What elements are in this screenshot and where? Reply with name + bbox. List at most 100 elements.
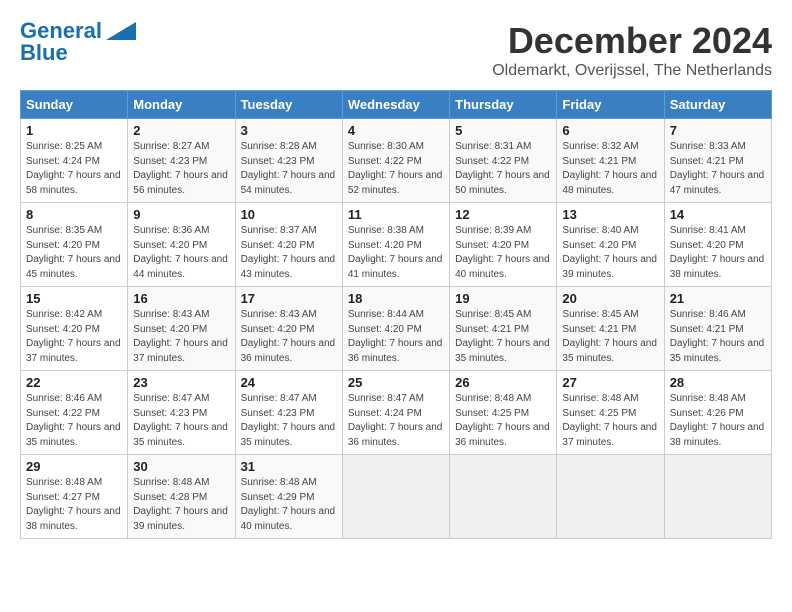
table-row: 1 Sunrise: 8:25 AMSunset: 4:24 PMDayligh…: [21, 119, 128, 203]
day-info: Sunrise: 8:32 AMSunset: 4:21 PMDaylight:…: [562, 141, 657, 196]
table-row: 9 Sunrise: 8:36 AMSunset: 4:20 PMDayligh…: [128, 203, 235, 287]
day-info: Sunrise: 8:25 AMSunset: 4:24 PMDaylight:…: [26, 141, 121, 196]
col-tuesday: Tuesday: [235, 91, 342, 119]
table-row: 22 Sunrise: 8:46 AMSunset: 4:22 PMDaylig…: [21, 371, 128, 455]
day-number: 11: [348, 207, 444, 222]
table-row: 17 Sunrise: 8:43 AMSunset: 4:20 PMDaylig…: [235, 287, 342, 371]
day-info: Sunrise: 8:28 AMSunset: 4:23 PMDaylight:…: [241, 141, 336, 196]
col-saturday: Saturday: [664, 91, 771, 119]
table-row: 29 Sunrise: 8:48 AMSunset: 4:27 PMDaylig…: [21, 455, 128, 539]
table-row: [342, 455, 449, 539]
table-row: [664, 455, 771, 539]
day-info: Sunrise: 8:41 AMSunset: 4:20 PMDaylight:…: [670, 225, 765, 280]
day-number: 16: [133, 291, 229, 306]
day-number: 2: [133, 123, 229, 138]
day-info: Sunrise: 8:38 AMSunset: 4:20 PMDaylight:…: [348, 225, 443, 280]
day-info: Sunrise: 8:45 AMSunset: 4:21 PMDaylight:…: [455, 309, 550, 364]
logo-text: General: [20, 20, 102, 42]
day-number: 22: [26, 375, 122, 390]
day-info: Sunrise: 8:48 AMSunset: 4:25 PMDaylight:…: [562, 393, 657, 448]
day-info: Sunrise: 8:42 AMSunset: 4:20 PMDaylight:…: [26, 309, 121, 364]
day-number: 13: [562, 207, 658, 222]
day-info: Sunrise: 8:48 AMSunset: 4:27 PMDaylight:…: [26, 477, 121, 532]
table-row: [557, 455, 664, 539]
table-row: 20 Sunrise: 8:45 AMSunset: 4:21 PMDaylig…: [557, 287, 664, 371]
day-info: Sunrise: 8:48 AMSunset: 4:28 PMDaylight:…: [133, 477, 228, 532]
logo: General Blue: [20, 20, 136, 64]
calendar-table: Sunday Monday Tuesday Wednesday Thursday…: [20, 90, 772, 539]
table-row: 14 Sunrise: 8:41 AMSunset: 4:20 PMDaylig…: [664, 203, 771, 287]
col-wednesday: Wednesday: [342, 91, 449, 119]
col-sunday: Sunday: [21, 91, 128, 119]
day-info: Sunrise: 8:40 AMSunset: 4:20 PMDaylight:…: [562, 225, 657, 280]
day-info: Sunrise: 8:48 AMSunset: 4:29 PMDaylight:…: [241, 477, 336, 532]
title-block: December 2024 Oldemarkt, Overijssel, The…: [492, 20, 772, 80]
day-info: Sunrise: 8:33 AMSunset: 4:21 PMDaylight:…: [670, 141, 765, 196]
day-info: Sunrise: 8:46 AMSunset: 4:21 PMDaylight:…: [670, 309, 765, 364]
table-row: 24 Sunrise: 8:47 AMSunset: 4:23 PMDaylig…: [235, 371, 342, 455]
day-info: Sunrise: 8:39 AMSunset: 4:20 PMDaylight:…: [455, 225, 550, 280]
day-number: 19: [455, 291, 551, 306]
table-row: 19 Sunrise: 8:45 AMSunset: 4:21 PMDaylig…: [450, 287, 557, 371]
table-row: 8 Sunrise: 8:35 AMSunset: 4:20 PMDayligh…: [21, 203, 128, 287]
day-info: Sunrise: 8:30 AMSunset: 4:22 PMDaylight:…: [348, 141, 443, 196]
day-info: Sunrise: 8:45 AMSunset: 4:21 PMDaylight:…: [562, 309, 657, 364]
day-info: Sunrise: 8:27 AMSunset: 4:23 PMDaylight:…: [133, 141, 228, 196]
calendar-header-row: Sunday Monday Tuesday Wednesday Thursday…: [21, 91, 772, 119]
month-title: December 2024: [492, 20, 772, 62]
table-row: 31 Sunrise: 8:48 AMSunset: 4:29 PMDaylig…: [235, 455, 342, 539]
table-row: 27 Sunrise: 8:48 AMSunset: 4:25 PMDaylig…: [557, 371, 664, 455]
day-info: Sunrise: 8:47 AMSunset: 4:24 PMDaylight:…: [348, 393, 443, 448]
table-row: 21 Sunrise: 8:46 AMSunset: 4:21 PMDaylig…: [664, 287, 771, 371]
table-row: 5 Sunrise: 8:31 AMSunset: 4:22 PMDayligh…: [450, 119, 557, 203]
day-info: Sunrise: 8:44 AMSunset: 4:20 PMDaylight:…: [348, 309, 443, 364]
table-row: 2 Sunrise: 8:27 AMSunset: 4:23 PMDayligh…: [128, 119, 235, 203]
location-subtitle: Oldemarkt, Overijssel, The Netherlands: [492, 62, 772, 80]
col-friday: Friday: [557, 91, 664, 119]
day-info: Sunrise: 8:48 AMSunset: 4:25 PMDaylight:…: [455, 393, 550, 448]
day-number: 23: [133, 375, 229, 390]
day-number: 6: [562, 123, 658, 138]
day-info: Sunrise: 8:43 AMSunset: 4:20 PMDaylight:…: [133, 309, 228, 364]
calendar-week-row: 22 Sunrise: 8:46 AMSunset: 4:22 PMDaylig…: [21, 371, 772, 455]
table-row: 10 Sunrise: 8:37 AMSunset: 4:20 PMDaylig…: [235, 203, 342, 287]
day-number: 27: [562, 375, 658, 390]
calendar-week-row: 8 Sunrise: 8:35 AMSunset: 4:20 PMDayligh…: [21, 203, 772, 287]
day-number: 15: [26, 291, 122, 306]
day-number: 9: [133, 207, 229, 222]
table-row: 7 Sunrise: 8:33 AMSunset: 4:21 PMDayligh…: [664, 119, 771, 203]
day-number: 20: [562, 291, 658, 306]
day-info: Sunrise: 8:47 AMSunset: 4:23 PMDaylight:…: [241, 393, 336, 448]
day-info: Sunrise: 8:31 AMSunset: 4:22 PMDaylight:…: [455, 141, 550, 196]
day-number: 31: [241, 459, 337, 474]
table-row: [450, 455, 557, 539]
table-row: 26 Sunrise: 8:48 AMSunset: 4:25 PMDaylig…: [450, 371, 557, 455]
day-number: 28: [670, 375, 766, 390]
logo-subtext: Blue: [20, 42, 68, 64]
day-number: 1: [26, 123, 122, 138]
col-monday: Monday: [128, 91, 235, 119]
day-number: 4: [348, 123, 444, 138]
page-header: General Blue December 2024 Oldemarkt, Ov…: [20, 20, 772, 80]
day-info: Sunrise: 8:46 AMSunset: 4:22 PMDaylight:…: [26, 393, 121, 448]
day-number: 5: [455, 123, 551, 138]
day-number: 21: [670, 291, 766, 306]
day-number: 25: [348, 375, 444, 390]
table-row: 3 Sunrise: 8:28 AMSunset: 4:23 PMDayligh…: [235, 119, 342, 203]
day-info: Sunrise: 8:48 AMSunset: 4:26 PMDaylight:…: [670, 393, 765, 448]
calendar-week-row: 15 Sunrise: 8:42 AMSunset: 4:20 PMDaylig…: [21, 287, 772, 371]
day-info: Sunrise: 8:35 AMSunset: 4:20 PMDaylight:…: [26, 225, 121, 280]
table-row: 12 Sunrise: 8:39 AMSunset: 4:20 PMDaylig…: [450, 203, 557, 287]
table-row: 28 Sunrise: 8:48 AMSunset: 4:26 PMDaylig…: [664, 371, 771, 455]
day-info: Sunrise: 8:36 AMSunset: 4:20 PMDaylight:…: [133, 225, 228, 280]
day-number: 29: [26, 459, 122, 474]
day-number: 7: [670, 123, 766, 138]
day-number: 18: [348, 291, 444, 306]
calendar-week-row: 1 Sunrise: 8:25 AMSunset: 4:24 PMDayligh…: [21, 119, 772, 203]
table-row: 15 Sunrise: 8:42 AMSunset: 4:20 PMDaylig…: [21, 287, 128, 371]
day-number: 30: [133, 459, 229, 474]
day-number: 12: [455, 207, 551, 222]
table-row: 11 Sunrise: 8:38 AMSunset: 4:20 PMDaylig…: [342, 203, 449, 287]
day-number: 10: [241, 207, 337, 222]
day-number: 17: [241, 291, 337, 306]
